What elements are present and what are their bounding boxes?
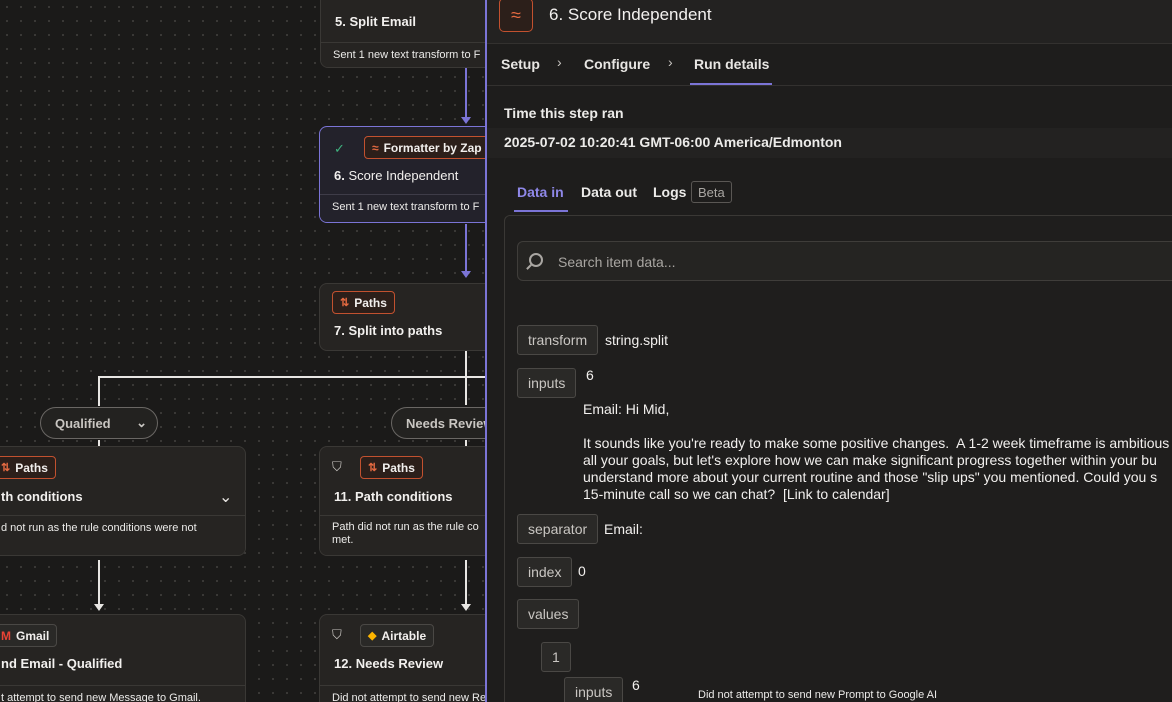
- panel-header: ≈ 6. Score Independent: [487, 0, 1172, 44]
- timestamp-row: 2025-07-02 10:20:41 GMT-06:00 America/Ed…: [487, 128, 1172, 158]
- filter-icon: ⛉: [332, 627, 342, 642]
- connector-arrow: [94, 604, 104, 611]
- step-title: nd Email - Qualified: [1, 656, 123, 671]
- active-crumb-underline: [690, 83, 772, 85]
- check-icon: ✓: [334, 141, 345, 156]
- step-title: 7. Split into paths: [334, 323, 443, 338]
- step-breadcrumb: Setup › Configure › Run details: [487, 44, 1172, 86]
- connector-6-7: [465, 224, 467, 272]
- field-value-separator: Email:: [604, 521, 643, 537]
- connector-5-6: [465, 68, 467, 118]
- gmail-node-left[interactable]: M Gmail nd Email - Qualified t attempt to…: [0, 614, 246, 702]
- field-value-inputs-text: Email: Hi Mid, It sounds like you're rea…: [583, 401, 1170, 502]
- time-label: Time this step ran: [504, 105, 624, 121]
- branch-pill-qualified[interactable]: Qualified ⌄: [40, 407, 158, 439]
- field-key-nested-inputs[interactable]: inputs: [564, 677, 624, 702]
- connector-arrow: [461, 117, 471, 124]
- step-title: 11. Path conditions: [334, 489, 453, 504]
- chevron-down-icon[interactable]: ⌄: [219, 487, 232, 507]
- search-field[interactable]: [517, 241, 1172, 281]
- connector-left-lower: [98, 560, 100, 605]
- tab-data-out[interactable]: Data out: [581, 184, 637, 200]
- step-11-node[interactable]: ⛉ ⇅ Paths 11. Path conditions Path did no…: [319, 446, 499, 556]
- search-icon: [529, 253, 543, 267]
- app-badge-paths: ⇅ Paths: [332, 291, 395, 314]
- connector-arrow: [461, 271, 471, 278]
- step-7-node[interactable]: ⇅ Paths 7. Split into paths: [319, 283, 499, 351]
- timestamp: 2025-07-02 10:20:41 GMT-06:00 America/Ed…: [504, 134, 842, 150]
- formatter-icon: ≈: [499, 0, 533, 32]
- field-value-inputs-count: 6: [586, 367, 594, 383]
- step-title: 6. Score Independent: [334, 168, 459, 183]
- connector-7-branch: [465, 351, 467, 405]
- crumb-run-details[interactable]: Run details: [694, 56, 769, 72]
- step-footer: Path did not run as the rule co met.: [320, 515, 498, 555]
- active-tab-underline: [514, 210, 568, 212]
- step-title: 12. Needs Review: [334, 656, 444, 671]
- connector-branch-left: [98, 376, 100, 406]
- app-badge-paths: ⇅ Paths: [360, 456, 423, 479]
- tab-logs[interactable]: Logs: [653, 184, 686, 200]
- app-badge-formatter: ≈ Formatter by Zap: [364, 136, 490, 159]
- search-input[interactable]: [558, 251, 958, 273]
- step-title: 5. Split Email: [335, 14, 416, 29]
- path-conditions-node-left[interactable]: ⇅ Paths th conditions ⌄ d not run as the …: [0, 446, 246, 556]
- step-12-node[interactable]: ⛉ ◆ Airtable 12. Needs Review Did not att…: [319, 614, 499, 702]
- step-footer: Did not attempt to send new Record to Ai…: [320, 685, 498, 702]
- filter-icon: ⛉: [332, 459, 342, 474]
- tab-data-in[interactable]: Data in: [517, 184, 564, 200]
- field-value-index: 0: [578, 563, 586, 579]
- google-ai-status-text: Did not attempt to send new Prompt to Go…: [698, 689, 938, 701]
- paths-icon: ⇅: [1, 462, 11, 474]
- step-details-panel: ≈ 6. Score Independent Setup › Configure…: [485, 0, 1172, 702]
- step-footer: d not run as the rule conditions were no…: [0, 515, 245, 555]
- panel-title: 6. Score Independent: [549, 5, 712, 24]
- app-badge-gmail: M Gmail: [0, 624, 58, 647]
- step-footer: Sent 1 new text transform to F: [321, 42, 499, 67]
- paths-icon: ⇅: [340, 297, 350, 309]
- airtable-icon: ◆: [368, 630, 377, 642]
- field-value-nested-inputs: 6: [632, 677, 640, 693]
- step-title: th conditions: [1, 489, 83, 504]
- field-key-values-item[interactable]: 1: [541, 642, 571, 672]
- app-badge-airtable: ◆ Airtable: [360, 624, 435, 647]
- gmail-icon: M: [1, 628, 11, 643]
- step-footer: t attempt to send new Message to Gmail.: [0, 685, 245, 702]
- field-key-inputs[interactable]: inputs: [517, 368, 577, 398]
- chevron-down-icon: ⌄: [136, 415, 147, 430]
- connector-branch-horizontal: [98, 376, 488, 378]
- field-key-values[interactable]: values: [517, 599, 580, 629]
- field-key-separator[interactable]: separator: [517, 514, 599, 544]
- app-badge-paths: ⇅ Paths: [0, 456, 56, 479]
- formatter-icon: ≈: [372, 140, 379, 155]
- step-6-node[interactable]: ✓ ≈ Formatter by Zap 6. Score Independent…: [319, 126, 499, 223]
- beta-badge: Beta: [691, 181, 732, 203]
- field-key-transform[interactable]: transform: [517, 325, 599, 355]
- chevron-right-icon: ›: [668, 54, 673, 70]
- crumb-configure[interactable]: Configure: [584, 56, 650, 72]
- step-footer: Sent 1 new text transform to F: [320, 194, 498, 222]
- crumb-setup[interactable]: Setup: [501, 56, 540, 72]
- connector-arrow: [461, 604, 471, 611]
- field-key-index[interactable]: index: [517, 557, 573, 587]
- paths-icon: ⇅: [368, 462, 378, 474]
- chevron-right-icon: ›: [557, 54, 562, 70]
- connector-right-lower: [465, 560, 467, 605]
- step-5-node[interactable]: 5. Split Email Sent 1 new text transform…: [320, 0, 500, 68]
- field-value-transform: string.split: [605, 332, 669, 348]
